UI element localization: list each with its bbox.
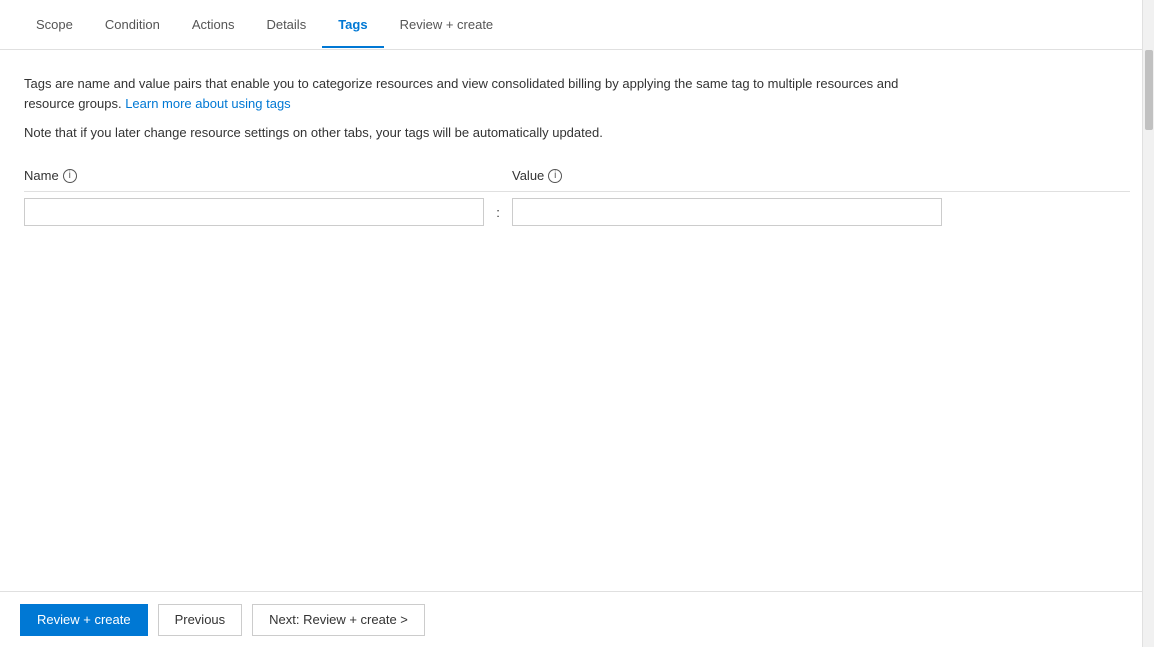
next-button[interactable]: Next: Review + create > [252, 604, 425, 636]
scrollbar-thumb[interactable] [1145, 50, 1153, 130]
name-label: Name i [24, 168, 484, 183]
tab-actions[interactable]: Actions [176, 3, 251, 48]
tags-form: Name i Value i : [24, 168, 1130, 226]
nav-tabs: Scope Condition Actions Details Tags Rev… [0, 0, 1154, 50]
name-info-icon[interactable]: i [63, 169, 77, 183]
scrollbar[interactable] [1142, 0, 1154, 647]
review-create-button[interactable]: Review + create [20, 604, 148, 636]
form-input-row: : [24, 198, 1130, 226]
value-input[interactable] [512, 198, 942, 226]
learn-more-link[interactable]: Learn more about using tags [125, 96, 291, 111]
description-text: Tags are name and value pairs that enabl… [24, 74, 924, 113]
value-label: Value i [512, 168, 1130, 183]
value-info-icon[interactable]: i [548, 169, 562, 183]
previous-button[interactable]: Previous [158, 604, 243, 636]
tab-details[interactable]: Details [250, 3, 322, 48]
tab-condition[interactable]: Condition [89, 3, 176, 48]
note-text: Note that if you later change resource s… [24, 125, 1130, 140]
form-header-row: Name i Value i [24, 168, 1130, 192]
tab-review-create[interactable]: Review + create [384, 3, 510, 48]
tab-tags[interactable]: Tags [322, 3, 383, 48]
tab-scope[interactable]: Scope [20, 3, 89, 48]
bottom-toolbar: Review + create Previous Next: Review + … [0, 591, 1154, 647]
name-input[interactable] [24, 198, 484, 226]
colon-separator: : [484, 205, 512, 220]
